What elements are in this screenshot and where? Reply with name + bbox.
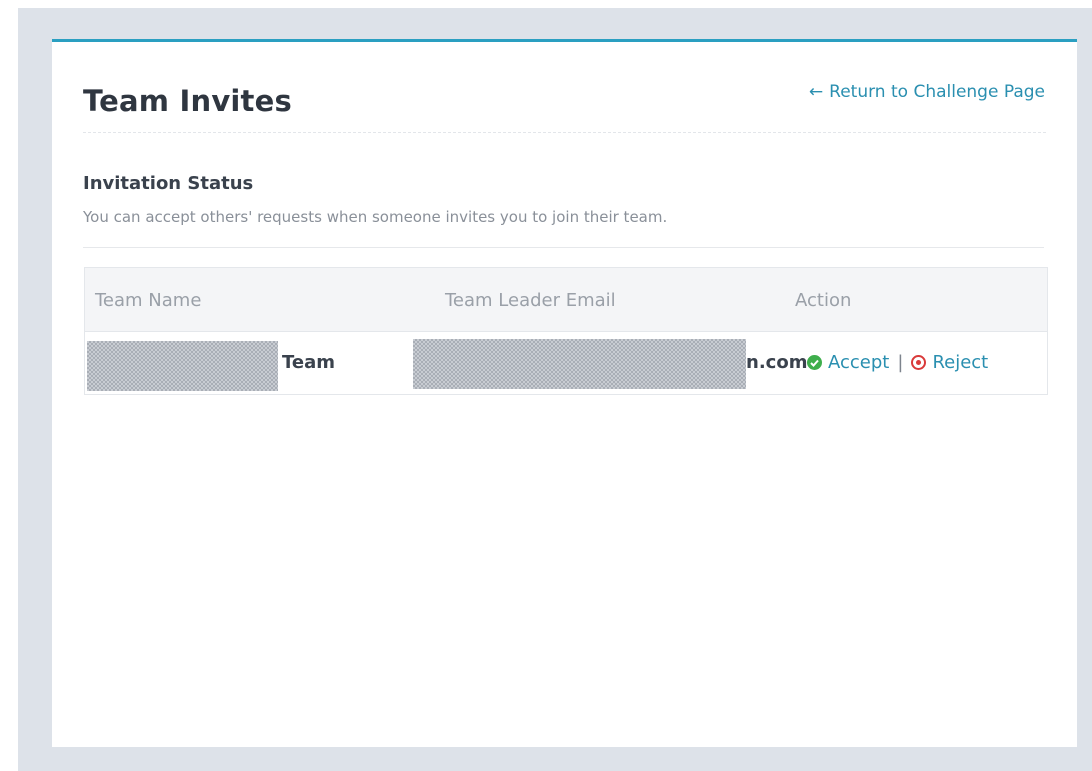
accept-label: Accept (828, 352, 890, 373)
redacted-team-name (87, 341, 278, 391)
table-row: Team n.com Accept | Reject (85, 332, 1047, 394)
column-header-team-name: Team Name (95, 290, 202, 311)
table-header: Team Name Team Leader Email Action (85, 268, 1047, 332)
invites-table: Team Name Team Leader Email Action Team … (84, 267, 1048, 395)
page-title: Team Invites (83, 84, 292, 118)
team-invites-panel: Team Invites ← Return to Challenge Page … (52, 39, 1077, 747)
section-divider (83, 247, 1044, 248)
title-divider (83, 132, 1046, 133)
leader-email-cell: n.com (746, 352, 808, 373)
reject-button[interactable]: Reject (911, 352, 988, 373)
accept-button[interactable]: Accept (807, 352, 889, 373)
section-description: You can accept others' requests when som… (83, 208, 668, 226)
check-circle-icon (807, 355, 822, 370)
arrow-left-icon: ← (808, 82, 824, 102)
times-circle-icon (911, 355, 927, 370)
column-header-action: Action (795, 290, 852, 311)
row-actions: Accept | Reject (807, 352, 988, 373)
section-title: Invitation Status (83, 173, 254, 194)
return-link-label: Return to Challenge Page (829, 82, 1045, 102)
reject-label: Reject (932, 352, 989, 373)
redacted-leader-email (413, 339, 746, 389)
column-header-team-leader-email: Team Leader Email (445, 290, 616, 311)
action-separator: | (897, 352, 904, 373)
team-name-cell: Team (282, 352, 335, 373)
return-to-challenge-link[interactable]: ← Return to Challenge Page (809, 82, 1045, 102)
